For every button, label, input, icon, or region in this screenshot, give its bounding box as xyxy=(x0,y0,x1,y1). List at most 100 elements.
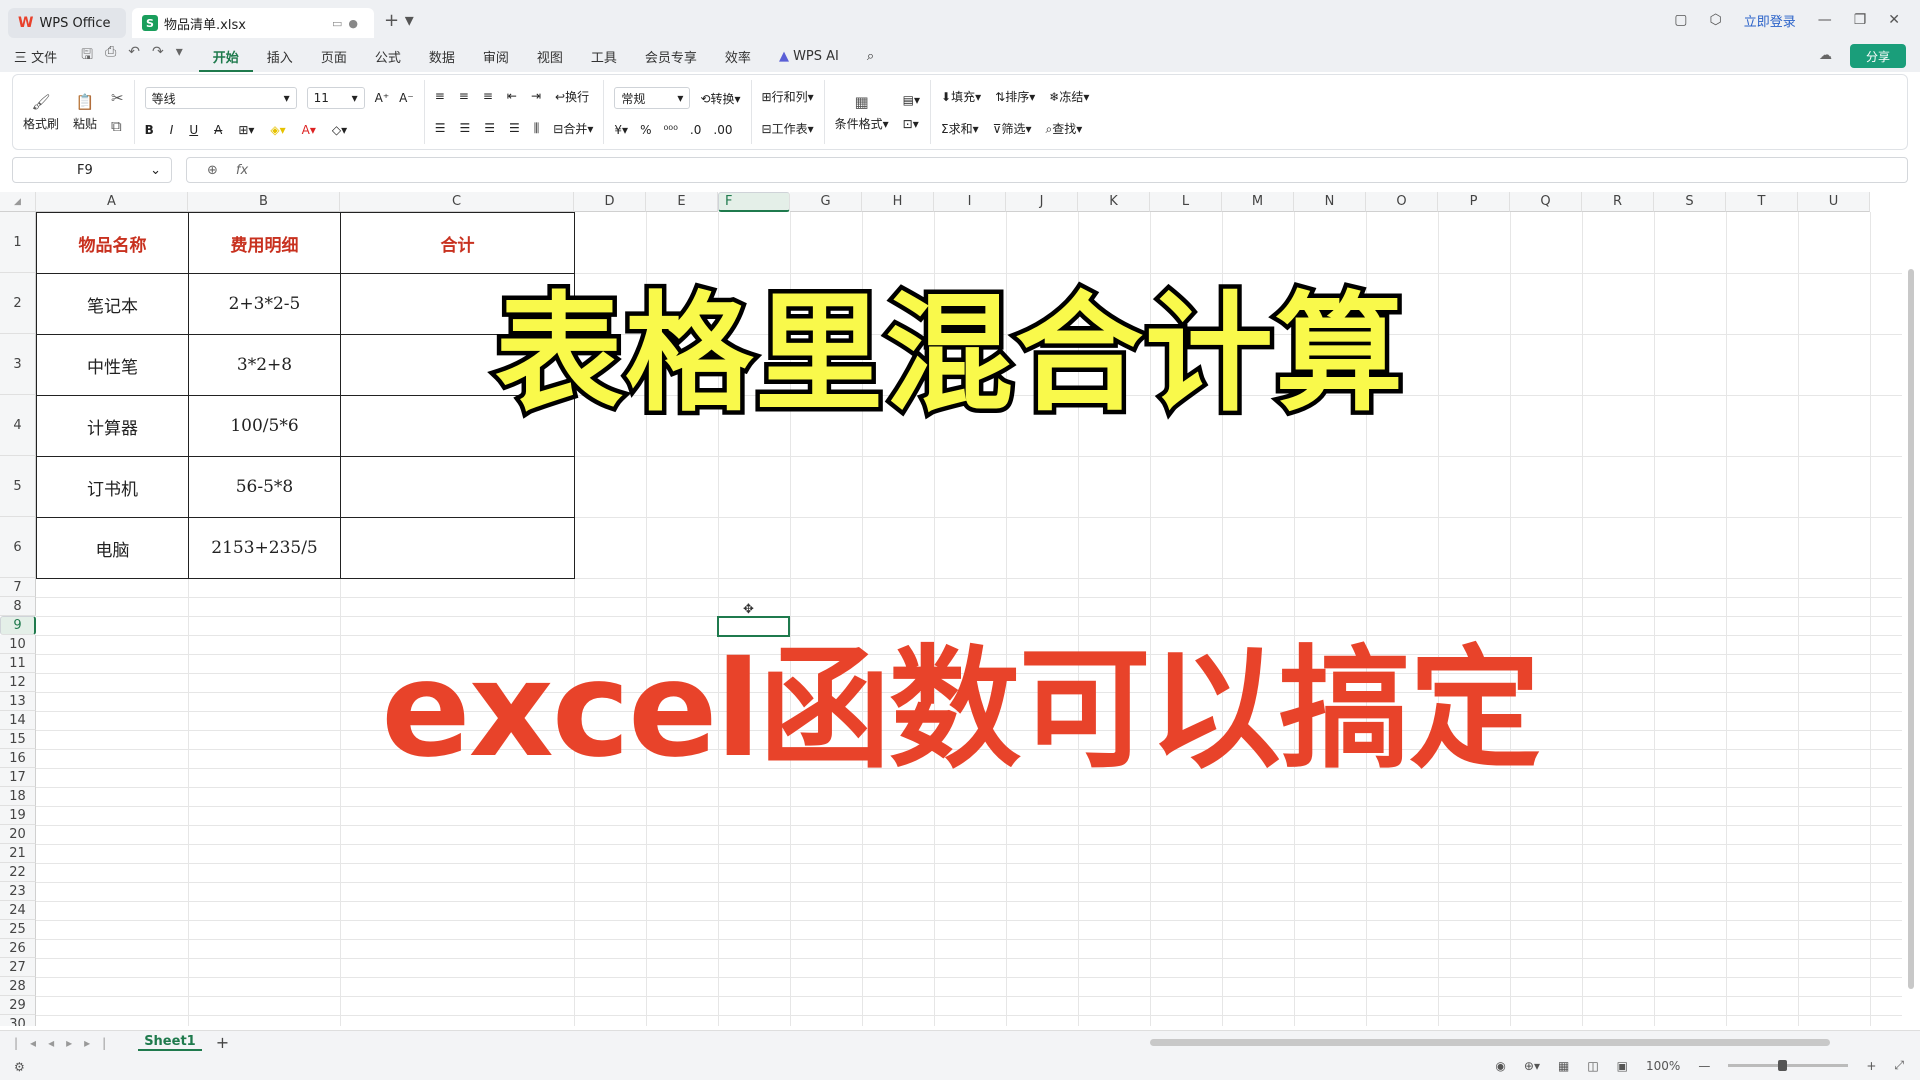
new-tab-button[interactable]: + ▾ xyxy=(384,10,414,31)
formula-input[interactable]: ⊕ fx xyxy=(186,157,1908,183)
column-header-m[interactable]: M xyxy=(1222,192,1294,212)
thousands-icon[interactable]: ⁰⁰⁰ xyxy=(663,123,677,137)
column-header-d[interactable]: D xyxy=(574,192,646,212)
print-icon[interactable]: ⎙ xyxy=(105,44,116,68)
font-size-select[interactable]: 11 ▾ xyxy=(306,87,365,109)
row-header-13[interactable]: 13 xyxy=(0,692,36,711)
add-sheet-button[interactable]: + xyxy=(216,1033,229,1052)
wps-ai-button[interactable]: ▲ WPS AI xyxy=(765,49,853,64)
tab-data[interactable]: 数据 xyxy=(415,47,469,66)
column-header-g[interactable]: G xyxy=(790,192,862,212)
fullscreen-icon[interactable]: ⤢ xyxy=(1894,1058,1904,1073)
zoom-in-icon[interactable]: + xyxy=(1866,1059,1876,1073)
row-header-9[interactable]: 9 xyxy=(0,616,36,635)
eye-icon[interactable]: ◉ xyxy=(1495,1059,1505,1073)
search-icon[interactable]: ⌕ xyxy=(853,49,888,64)
sum-button[interactable]: Σ求和▾ xyxy=(941,120,979,137)
shrink-font-icon[interactable]: A⁻ xyxy=(399,91,414,105)
row-header-14[interactable]: 14 xyxy=(0,711,36,730)
find-button[interactable]: ⌕查找▾ xyxy=(1046,120,1083,137)
cube-icon[interactable]: ⬡ xyxy=(1709,12,1721,28)
row-header-8[interactable]: 8 xyxy=(0,597,36,616)
column-header-i[interactable]: I xyxy=(934,192,1006,212)
row-header-26[interactable]: 26 xyxy=(0,939,36,958)
row-header-5[interactable]: 5 xyxy=(0,456,36,517)
column-header-j[interactable]: J xyxy=(1006,192,1078,212)
row-header-30[interactable]: 30 xyxy=(0,1015,36,1026)
tab-view[interactable]: 视图 xyxy=(523,47,577,66)
column-header-a[interactable]: A xyxy=(36,192,188,212)
macro-icon[interactable]: ⚙ xyxy=(14,1060,25,1074)
style-icon[interactable]: ▤▾ xyxy=(903,93,920,107)
conditional-format-button[interactable]: ▦ 条件格式▾ xyxy=(835,93,889,132)
table-cell[interactable]: 订书机 xyxy=(36,456,189,518)
row-header-24[interactable]: 24 xyxy=(0,901,36,920)
more-icon[interactable]: ▾ xyxy=(176,44,183,68)
grow-font-icon[interactable]: A⁺ xyxy=(375,91,390,105)
row-header-16[interactable]: 16 xyxy=(0,749,36,768)
row-header-2[interactable]: 2 xyxy=(0,273,36,334)
justify-icon[interactable]: ☰ xyxy=(509,121,520,135)
underline-icon[interactable]: U xyxy=(189,123,198,137)
row-header-21[interactable]: 21 xyxy=(0,844,36,863)
row-header-1[interactable]: 1 xyxy=(0,212,36,273)
tab-member[interactable]: 会员专享 xyxy=(631,47,711,66)
decimal-decrease-icon[interactable]: .00 xyxy=(713,123,732,137)
restore-button[interactable]: ❐ xyxy=(1854,12,1867,28)
worksheet-button[interactable]: ⊟工作表▾ xyxy=(762,120,814,137)
fill-button[interactable]: ⬇填充▾ xyxy=(941,88,981,105)
table-cell[interactable]: 2+3*2-5 xyxy=(188,273,341,335)
column-header-l[interactable]: L xyxy=(1150,192,1222,212)
row-header-12[interactable]: 12 xyxy=(0,673,36,692)
tab-formula[interactable]: 公式 xyxy=(361,47,415,66)
chat-icon[interactable]: ☁ xyxy=(1819,48,1832,63)
currency-icon[interactable]: ¥▾ xyxy=(614,123,628,137)
zoom-icon[interactable]: ⊕ xyxy=(207,163,218,178)
row-header-23[interactable]: 23 xyxy=(0,882,36,901)
row-header-11[interactable]: 11 xyxy=(0,654,36,673)
table-cell[interactable]: 计算器 xyxy=(36,395,189,457)
cell-icon[interactable]: ⊡▾ xyxy=(903,117,920,131)
normal-view-icon[interactable]: ▦ xyxy=(1558,1059,1569,1073)
row-header-3[interactable]: 3 xyxy=(0,334,36,395)
align-top-icon[interactable]: ≡ xyxy=(435,89,445,103)
align-bottom-icon[interactable]: ≡ xyxy=(483,89,493,103)
tab-file[interactable]: S 物品清单.xlsx ▭● xyxy=(132,8,374,38)
distribute-icon[interactable]: ⫼ xyxy=(534,121,540,136)
table-header-cell[interactable]: 合计 xyxy=(340,212,575,274)
indent-decrease-icon[interactable]: ⇤ xyxy=(507,89,517,103)
font-color-icon[interactable]: A▾ xyxy=(302,123,316,137)
column-header-p[interactable]: P xyxy=(1438,192,1510,212)
percent-icon[interactable]: % xyxy=(640,123,651,137)
strike-icon[interactable]: A xyxy=(214,123,222,137)
copy-icon[interactable]: ⧉ xyxy=(111,117,124,135)
undo-icon[interactable]: ↶ xyxy=(128,44,140,68)
select-all-corner[interactable]: ◢ xyxy=(0,192,36,212)
row-header-29[interactable]: 29 xyxy=(0,996,36,1015)
redo-icon[interactable]: ↷ xyxy=(152,44,164,68)
column-header-n[interactable]: N xyxy=(1294,192,1366,212)
row-header-7[interactable]: 7 xyxy=(0,578,36,597)
save-icon[interactable]: 🖫 xyxy=(81,44,93,68)
format-painter-button[interactable]: 🖌 格式刷 xyxy=(23,93,59,132)
tab-insert[interactable]: 插入 xyxy=(253,47,307,66)
table-cell[interactable]: 中性笔 xyxy=(36,334,189,396)
column-header-h[interactable]: H xyxy=(862,192,934,212)
column-header-q[interactable]: Q xyxy=(1510,192,1582,212)
tab-tools[interactable]: 工具 xyxy=(577,47,631,66)
zoom-out-icon[interactable]: — xyxy=(1698,1059,1710,1073)
spreadsheet-grid[interactable]: A B C D E F G H I J K L M N O P Q R S T U ◢ 1 2 3 4 5 6 7 8 9 10 11 12 13… xyxy=(0,192,1920,1026)
login-link[interactable]: 立即登录 xyxy=(1744,11,1796,30)
sheet-nav-icons[interactable]: |◂◂▸▸| xyxy=(14,1036,118,1050)
sheet-tab-sheet1[interactable]: Sheet1 xyxy=(138,1034,202,1051)
file-menu[interactable]: 三 文件 xyxy=(0,47,71,66)
cut-icon[interactable]: ✂ xyxy=(111,89,124,107)
sort-button[interactable]: ⇅排序▾ xyxy=(995,88,1035,105)
filter-button[interactable]: ⊽筛选▾ xyxy=(993,120,1032,137)
row-header-19[interactable]: 19 xyxy=(0,806,36,825)
column-header-b[interactable]: B xyxy=(188,192,340,212)
layout-view-icon[interactable]: ▣ xyxy=(1617,1059,1628,1073)
name-box[interactable]: F9 ⌄ xyxy=(12,157,172,183)
row-header-10[interactable]: 10 xyxy=(0,635,36,654)
paste-button[interactable]: 📋 粘贴 xyxy=(73,93,97,132)
